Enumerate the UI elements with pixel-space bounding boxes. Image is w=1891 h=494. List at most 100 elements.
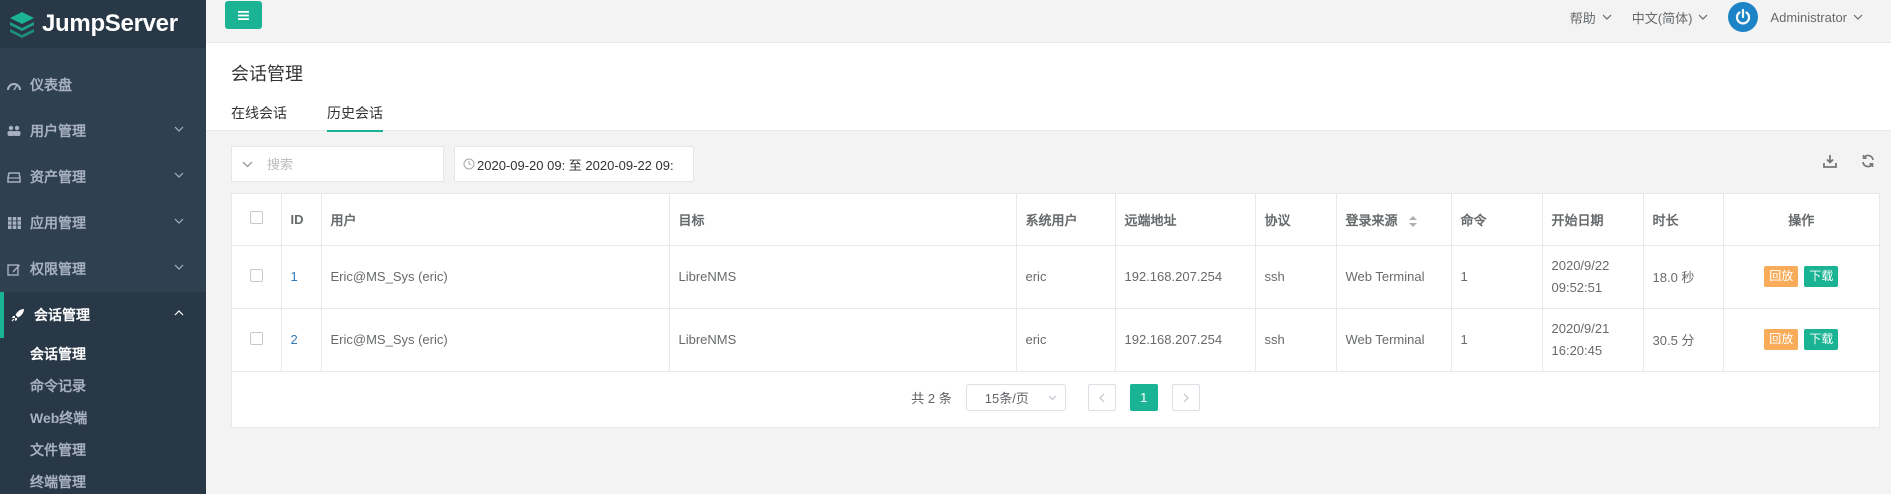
sessions-submenu: 会话管理 命令记录 Web终端 文件管理 终端管理 — [0, 338, 206, 494]
refresh-button[interactable] — [1859, 152, 1877, 170]
jumpserver-logo-icon — [10, 12, 34, 38]
edit-icon — [6, 262, 22, 276]
sidebar-item-users[interactable]: 用户管理 — [0, 108, 206, 154]
next-page-button[interactable] — [1171, 384, 1200, 411]
cell-actions: 回放 下载 — [1723, 308, 1879, 372]
sidebar: JumpServer 仪表盘 用户管理 资产管理 应用管理 权限管理 会话管理 … — [0, 0, 206, 494]
column-header-duration: 时长 — [1643, 194, 1724, 246]
users-icon — [6, 124, 22, 138]
toggle-sidebar-button[interactable] — [225, 1, 262, 29]
page-size-select[interactable]: 15条/页 — [965, 384, 1066, 411]
language-menu[interactable]: 中文(简体) — [1632, 8, 1709, 27]
chevron-down-icon — [1698, 14, 1708, 20]
session-id-link[interactable]: 2 — [291, 332, 298, 347]
row-select-cell — [232, 245, 282, 309]
row-select-cell — [232, 308, 282, 372]
date-range-picker[interactable]: 2020-09-20 09: 至 2020-09-22 09: — [454, 146, 694, 182]
submenu-item-terminal-management[interactable]: 终端管理 — [0, 466, 206, 494]
column-header-system-user: 系统用户 — [1016, 194, 1116, 246]
chevron-right-icon — [1183, 393, 1189, 402]
tab-history-sessions[interactable]: 历史会话 — [327, 103, 383, 132]
prev-page-button[interactable] — [1087, 384, 1116, 411]
logo[interactable]: JumpServer — [0, 0, 206, 48]
time-line: 16:20:45 — [1551, 342, 1603, 358]
sidebar-item-dashboard[interactable]: 仪表盘 — [0, 62, 206, 108]
page-number-current[interactable]: 1 — [1129, 384, 1158, 411]
date-line: 2020/9/21 — [1551, 320, 1610, 336]
row-checkbox[interactable] — [249, 268, 263, 282]
session-tabs: 在线会话 历史会话 — [231, 103, 383, 132]
cell-target: LibreNMS — [669, 245, 1017, 309]
replay-button[interactable]: 回放 — [1764, 329, 1799, 350]
avatar — [1728, 2, 1759, 32]
cell-protocol: ssh — [1255, 308, 1337, 372]
column-header-target: 目标 — [669, 194, 1017, 246]
sidebar-item-label: 资产管理 — [30, 169, 86, 185]
cell-commands: 1 — [1451, 245, 1543, 309]
column-header-protocol: 协议 — [1255, 194, 1337, 246]
download-button[interactable]: 下载 — [1804, 266, 1839, 287]
cell-remote-address: 192.168.207.254 — [1115, 245, 1256, 309]
column-header-date-start: 开始日期 — [1542, 194, 1644, 246]
sidebar-item-label: 仪表盘 — [30, 77, 72, 93]
cell-date-start: 2020/9/21 16:20:45 — [1542, 308, 1644, 372]
column-header-login-from[interactable]: 登录来源 — [1336, 194, 1452, 246]
brand-name: JumpServer — [42, 10, 178, 37]
download-button[interactable]: 下载 — [1804, 329, 1839, 350]
submenu-item-web-terminal[interactable]: Web终端 — [0, 402, 206, 434]
pagination-total: 共 2 条 — [911, 391, 952, 406]
inbox-icon — [6, 170, 22, 184]
cell-date-start: 2020/9/22 09:52:51 — [1542, 245, 1644, 309]
search-input[interactable] — [267, 156, 427, 172]
table-row: 1 Eric@MS_Sys (eric) LibreNMS eric 192.1… — [232, 245, 1879, 309]
chevron-left-icon — [1098, 393, 1105, 402]
chevron-down-icon[interactable] — [242, 161, 253, 168]
chevron-down-icon — [174, 218, 184, 224]
rocket-icon — [10, 308, 26, 322]
sidebar-item-assets[interactable]: 资产管理 — [0, 154, 206, 200]
chevron-down-icon — [1048, 395, 1057, 400]
sidebar-item-label: 应用管理 — [30, 215, 86, 231]
chevron-down-icon — [174, 172, 184, 178]
cell-actions: 回放 下载 — [1723, 245, 1879, 309]
row-checkbox[interactable] — [249, 331, 263, 345]
download-icon — [1823, 155, 1837, 168]
select-all-checkbox[interactable] — [249, 211, 263, 225]
tab-online-sessions[interactable]: 在线会话 — [231, 103, 287, 132]
sort-icon[interactable] — [1409, 215, 1418, 227]
help-menu[interactable]: 帮助 — [1570, 8, 1612, 27]
column-header-remote-address: 远端地址 — [1115, 194, 1256, 246]
chevron-down-icon — [174, 126, 184, 132]
page-title: 会话管理 — [231, 64, 303, 84]
page-size-value: 15条/页 — [984, 391, 1029, 406]
submenu-item-session-management[interactable]: 会话管理 — [0, 338, 206, 370]
column-header-commands: 命令 — [1451, 194, 1543, 246]
sidebar-item-label: 用户管理 — [30, 123, 86, 139]
sessions-table: ID 用户 目标 系统用户 远端地址 协议 登录来源 命令 开始日期 时长 操作… — [231, 193, 1880, 428]
hamburger-icon — [238, 10, 249, 20]
sidebar-item-sessions[interactable]: 会话管理 — [0, 292, 206, 338]
sidebar-item-applications[interactable]: 应用管理 — [0, 200, 206, 246]
chevron-down-icon — [1602, 14, 1612, 20]
language-label: 中文(简体) — [1631, 10, 1693, 26]
sidebar-item-permissions[interactable]: 权限管理 — [0, 246, 206, 292]
page-header: 会话管理 在线会话 历史会话 — [206, 43, 1891, 132]
chevron-down-icon — [174, 264, 184, 270]
export-button[interactable] — [1821, 152, 1839, 170]
submenu-item-file-management[interactable]: 文件管理 — [0, 434, 206, 466]
refresh-icon — [1862, 154, 1874, 168]
column-header-user: 用户 — [321, 194, 670, 246]
table-header-row: ID 用户 目标 系统用户 远端地址 协议 登录来源 命令 开始日期 时长 操作 — [232, 194, 1879, 246]
session-id-link[interactable]: 1 — [291, 269, 298, 284]
cell-user: Eric@MS_Sys (eric) — [321, 245, 670, 309]
replay-button[interactable]: 回放 — [1764, 266, 1799, 287]
chevron-down-icon — [1853, 14, 1863, 20]
user-menu[interactable]: Administrator — [1728, 2, 1863, 32]
cell-system-user: eric — [1016, 245, 1116, 309]
cell-protocol: ssh — [1255, 245, 1337, 309]
search-box[interactable] — [231, 146, 444, 182]
cell-target: LibreNMS — [669, 308, 1017, 372]
cell-duration: 18.0 秒 — [1643, 245, 1724, 309]
submenu-item-command-records[interactable]: 命令记录 — [0, 370, 206, 402]
topbar-right: 帮助 中文(简体) Administrator — [1570, 0, 1863, 34]
